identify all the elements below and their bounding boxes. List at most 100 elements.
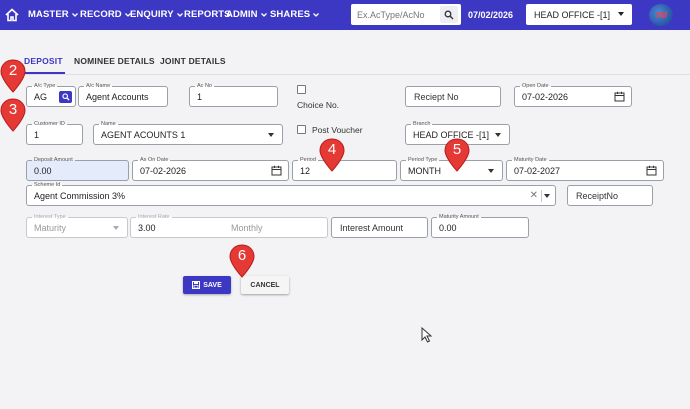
annotation-marker-6: 6 — [229, 244, 255, 278]
field-label: Deposit Amount — [32, 156, 75, 164]
field-label: Period — [298, 156, 318, 164]
deposit-amount-value: 0.00 — [34, 166, 52, 176]
interest-amount-field[interactable]: Interest Amount — [331, 217, 428, 238]
nav-menu-record[interactable]: RECORD — [80, 9, 132, 20]
home-icon[interactable] — [4, 7, 20, 23]
field-label: Period Type — [406, 156, 440, 164]
save-button[interactable]: SAVE — [183, 276, 231, 294]
ac-type-search-button[interactable] — [59, 91, 72, 103]
ac-name-value: Agent Accounts — [86, 92, 149, 102]
search-icon — [444, 10, 454, 19]
open-date-value: 07-02-2026 — [522, 92, 569, 102]
ac-name-field[interactable]: A/c Name Agent Accounts — [78, 82, 168, 107]
maturity-amount-value: 0.00 — [439, 223, 457, 233]
annotation-marker-2: 2 — [0, 59, 26, 93]
maturity-amount-field[interactable]: Maturity Amount 0.00 — [431, 213, 529, 238]
field-label: A/c Name — [84, 82, 113, 90]
field-label: Name — [99, 120, 118, 128]
caret-down-icon — [268, 133, 274, 137]
receipt-no-placeholder: Reciept No — [414, 92, 459, 102]
nav-menu-label: SHARES — [270, 9, 311, 20]
tab-deposit[interactable]: DEPOSIT — [24, 56, 63, 66]
branch-select[interactable]: HEAD OFFICE -[1] — [526, 4, 632, 25]
field-label: Maturity Date — [512, 156, 549, 164]
calendar-icon[interactable] — [271, 165, 282, 176]
chevron-down-icon — [313, 12, 320, 17]
tab-joint-details[interactable]: JOINT DETAILS — [160, 56, 226, 66]
nav-menu-enquiry[interactable]: ENQUIRY — [130, 9, 184, 20]
scheme-id-select[interactable]: Scheme Id Agent Commission 3% ✕ — [26, 181, 556, 206]
save-button-label: SAVE — [203, 281, 222, 289]
receipt-no-placeholder: ReceiptNo — [576, 191, 619, 201]
name-value: AGENT ACOUNTS 1 — [101, 130, 186, 140]
field-label: Interest Type — [32, 213, 68, 221]
interest-rate-field[interactable]: Interest Rate 3.00 Monthly — [130, 213, 328, 238]
field-label: Scheme Id — [32, 181, 63, 189]
caret-down-icon — [495, 133, 501, 137]
field-label: A/c Type — [32, 82, 58, 90]
tab-nominee-details[interactable]: NOMINEE DETAILS — [74, 56, 155, 66]
marker-number: 3 — [8, 101, 18, 118]
as-on-date-field[interactable]: As On Date 07-02-2026 — [132, 156, 289, 181]
annotation-marker-5: 5 — [444, 138, 470, 172]
ac-no-value: 1 — [197, 92, 203, 102]
post-voucher-label: Post Voucher — [312, 125, 363, 135]
interest-type-select[interactable]: Interest Type Maturity — [26, 213, 128, 238]
interest-type-value: Maturity — [34, 223, 67, 233]
select-separator — [541, 190, 542, 202]
nav-menu-label: ADMIN — [226, 9, 258, 20]
field-label: Interest Rate — [136, 213, 172, 221]
name-select[interactable]: Name AGENT ACOUNTS 1 — [93, 120, 283, 145]
nav-menu-reports[interactable]: REPORTS — [184, 9, 231, 20]
calendar-icon[interactable] — [646, 165, 657, 176]
caret-down-icon — [488, 169, 494, 173]
maturity-date-value: 07-02-2027 — [514, 166, 561, 176]
period-value: 12 — [300, 166, 311, 176]
tab-divider — [0, 74, 690, 75]
deposit-amount-field[interactable]: Deposit Amount 0.00 — [26, 156, 129, 181]
as-on-date-value: 07-02-2026 — [140, 166, 187, 176]
field-label: Branch — [411, 120, 433, 128]
top-navbar: MASTER RECORD ENQUIRY REPORTS ADMIN SHAR… — [0, 0, 690, 30]
calendar-icon[interactable] — [614, 91, 625, 102]
field-label: As On Date — [138, 156, 171, 164]
ac-type-value: AG — [34, 92, 48, 102]
marker-number: 5 — [452, 141, 462, 158]
account-search-button[interactable] — [440, 6, 458, 23]
caret-down-icon — [618, 12, 624, 16]
post-voucher-checkbox[interactable] — [297, 125, 306, 134]
search-icon — [61, 93, 70, 101]
receipt-no-field-2[interactable]: ReceiptNo — [567, 185, 653, 206]
working-date: 07/02/2026 — [468, 10, 514, 20]
nav-menu-label: MASTER — [28, 9, 69, 20]
cancel-button-label: CANCEL — [250, 281, 280, 289]
interest-amount-placeholder: Interest Amount — [340, 223, 404, 233]
ac-type-field[interactable]: A/c Type AG — [26, 82, 76, 107]
floppy-disk-icon — [192, 281, 201, 289]
nav-menu-master[interactable]: MASTER — [28, 9, 79, 20]
nav-menu-shares[interactable]: SHARES — [270, 9, 320, 20]
brand-logo: TM — [649, 4, 673, 26]
open-date-field[interactable]: Open Date 07-02-2026 — [514, 82, 632, 107]
nav-menu-admin[interactable]: ADMIN — [226, 9, 268, 20]
annotation-marker-3: 3 — [0, 98, 26, 132]
ac-no-field[interactable]: Ac No 1 — [189, 82, 278, 107]
clear-icon[interactable]: ✕ — [530, 191, 538, 201]
cancel-button[interactable]: CANCEL — [241, 276, 289, 294]
choice-no-checkbox[interactable] — [297, 85, 306, 94]
chevron-down-icon — [260, 12, 267, 17]
annotation-marker-4: 4 — [319, 138, 345, 172]
field-label: Maturity Amount — [437, 213, 481, 221]
customer-id-field[interactable]: Customer ID 1 — [26, 120, 83, 145]
field-label: Customer ID — [32, 120, 67, 128]
nav-menu-label: ENQUIRY — [130, 9, 174, 20]
account-search-box — [351, 4, 461, 25]
account-search-input[interactable] — [357, 7, 435, 22]
nav-menu-label: REPORTS — [184, 9, 231, 20]
maturity-date-field[interactable]: Maturity Date 07-02-2027 — [506, 156, 664, 181]
branch-select-value: HEAD OFFICE -[1] — [534, 10, 611, 20]
chevron-down-icon — [71, 12, 78, 17]
receipt-no-field[interactable]: Reciept No — [405, 86, 501, 107]
logo-text: TM — [655, 10, 667, 20]
interest-rate-frequency: Monthly — [231, 223, 263, 233]
